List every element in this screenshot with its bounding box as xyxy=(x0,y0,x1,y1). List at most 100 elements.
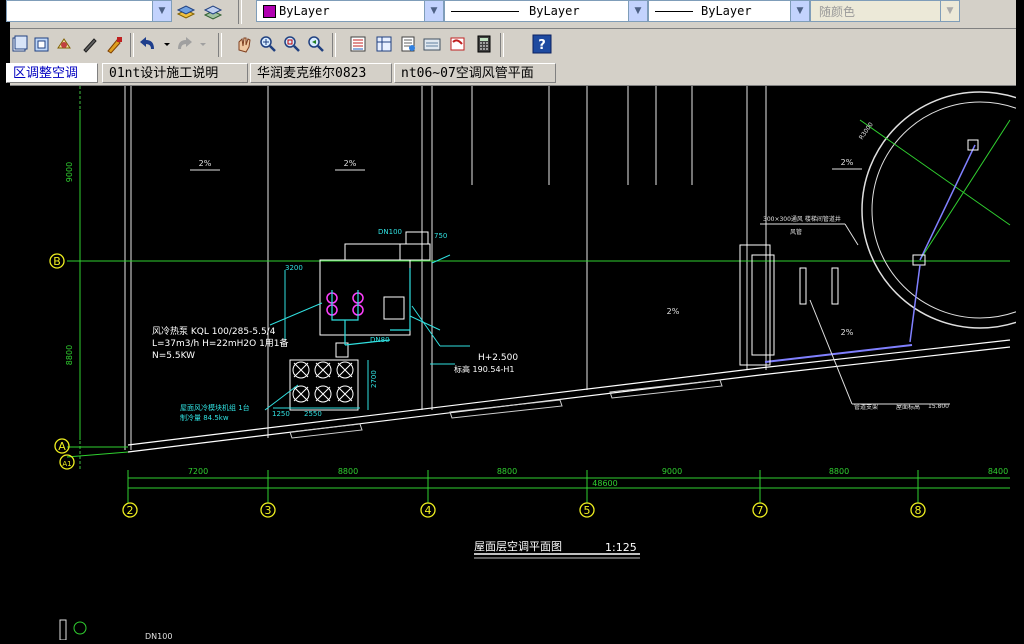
row-bubble-label: B xyxy=(53,255,61,268)
layer-dropdown[interactable]: ▼ xyxy=(6,0,172,22)
small-dim: 750 xyxy=(434,232,447,240)
new-drawing-icon[interactable] xyxy=(10,34,30,54)
svg-text:?: ? xyxy=(538,38,546,53)
layout-tabs: 区调整空调 01nt设计施工说明 华润麦克维尔0823 nt06~07空调风管平… xyxy=(6,61,1016,86)
slope-labels: 2% 2% 2% 2% 2% xyxy=(199,158,854,337)
properties-icon[interactable] xyxy=(348,34,368,54)
drawing-title-block: 屋面层空调平面图 1:125 xyxy=(474,539,640,559)
grid-lines xyxy=(124,86,767,450)
plotstyle-value: 随颜色 xyxy=(819,5,856,19)
zoom-previous-icon[interactable] xyxy=(306,34,326,54)
lineweight-dropdown[interactable]: ByLayer ▼ xyxy=(648,0,810,22)
small-dim: 2550 xyxy=(304,410,322,418)
linetype-sample xyxy=(451,11,519,12)
fan-units xyxy=(292,361,354,403)
drawing-title: 屋面层空调平面图 xyxy=(474,539,562,553)
grid-bubble-label: 3 xyxy=(265,504,272,517)
redo-icon[interactable] xyxy=(174,34,194,54)
grid-bubble-label: 7 xyxy=(757,504,764,517)
slope-label: 2% xyxy=(667,307,680,316)
chevron-down-icon[interactable]: ▼ xyxy=(790,1,809,21)
elev-note-2: 标高 190.54-H1 xyxy=(454,364,515,374)
pen-icon[interactable] xyxy=(80,34,100,54)
grid-bubble-label: 5 xyxy=(584,504,591,517)
tab-layout-3[interactable]: 华润麦克维尔0823 xyxy=(250,63,392,83)
design-center-icon[interactable] xyxy=(374,34,394,54)
open-icon[interactable] xyxy=(32,34,52,54)
dn-note: DN100 xyxy=(378,228,402,236)
zoom-realtime-icon[interactable] xyxy=(258,34,278,54)
standard-toolbar: ? xyxy=(10,29,1016,62)
right-notes: 300×300通风 楼梯间管道井 风管 15.800 屋面标高 管道支架 R30… xyxy=(763,121,949,411)
color-value: ByLayer xyxy=(279,4,330,18)
zoom-window-icon[interactable] xyxy=(282,34,302,54)
chevron-down-icon[interactable]: ▼ xyxy=(424,1,443,21)
plotstyle-dropdown[interactable]: 随颜色 ▼ xyxy=(810,0,960,22)
help-icon[interactable]: ? xyxy=(532,34,552,54)
drawing-canvas[interactable]: 2 3 4 5 7 8 B A A1 7200 8800 8800 9000 8800 8400… xyxy=(10,86,1024,641)
unit-power-note: 制冷量 84.5kw xyxy=(180,413,229,422)
calculator-icon[interactable] xyxy=(474,34,494,54)
equipment-notes: 风冷热泵 KQL 100/285-5.5/4 L=37m3/h H=22mH2O… xyxy=(152,325,518,374)
grid-bubble-label: 2 xyxy=(127,504,134,517)
slope-label: 2% xyxy=(841,158,854,167)
row-bubble-label: A1 xyxy=(62,460,71,468)
radius-label: R3000 xyxy=(858,121,875,141)
undo-dropdown-icon[interactable] xyxy=(162,34,172,54)
markup-icon[interactable] xyxy=(448,34,468,54)
small-dim: 3200 xyxy=(285,264,303,272)
equip-note-flow: L=37m3/h H=22mH2O 1用1备 xyxy=(152,337,289,349)
properties-toolbar: ▼ ByLayer ▼ ByLayer ▼ ByLayer ▼ 随颜色 ▼ xyxy=(6,0,1016,29)
chevron-down-icon[interactable]: ▼ xyxy=(152,1,171,21)
dimension-chain xyxy=(127,470,1010,495)
right-note-2: 风管 xyxy=(790,228,802,236)
elev-note: H+2.500 xyxy=(478,353,518,363)
dim-label: 8800 xyxy=(829,467,849,476)
slope-label: 2% xyxy=(841,328,854,337)
cyan-notes: 屋面风冷模块机组 1台 制冷量 84.5kw DN100 DN80 3200 1… xyxy=(180,228,447,422)
color-swatch xyxy=(263,5,276,18)
paintbrush-icon[interactable] xyxy=(104,34,124,54)
total-dim-label: 48600 xyxy=(592,479,617,488)
sheet-set-icon[interactable] xyxy=(422,34,442,54)
row-bubble-label: A xyxy=(58,440,66,453)
dim-labels: 7200 8800 8800 9000 8800 8400 48600 9000… xyxy=(65,162,1008,488)
circular-structure xyxy=(859,91,1024,343)
grid-bubble-label: 4 xyxy=(425,504,432,517)
equip-note-power: N=5.5KW xyxy=(152,351,195,361)
tab-layout-1[interactable]: 区调整空调 xyxy=(6,63,98,83)
chevron-down-icon[interactable]: ▼ xyxy=(628,1,647,21)
undo-icon[interactable] xyxy=(138,34,158,54)
lineweight-value: ByLayer xyxy=(701,4,752,18)
tool-palettes-icon[interactable] xyxy=(398,34,418,54)
slope-label: 2% xyxy=(344,159,357,168)
pan-icon[interactable] xyxy=(234,34,254,54)
dim-label: 8800 xyxy=(338,467,358,476)
right-note-1: 300×300通风 楼梯间管道井 xyxy=(763,215,841,223)
layer-match-icon[interactable] xyxy=(202,2,224,24)
small-dim: 2700 xyxy=(370,370,378,388)
grid-bubble-label: 8 xyxy=(915,504,922,517)
lineweight-sample xyxy=(655,11,693,12)
plot-icon[interactable] xyxy=(54,34,74,54)
dim-label: 7200 xyxy=(188,467,208,476)
unit-note: 屋面风冷模块机组 1台 xyxy=(180,403,250,412)
vert-dim-label: 8800 xyxy=(65,345,74,365)
left-border xyxy=(0,0,10,640)
linetype-value: ByLayer xyxy=(529,4,580,18)
dim-label: 8400 xyxy=(988,467,1008,476)
small-dim: 1250 xyxy=(272,410,290,418)
tab-layout-2[interactable]: 01nt设计施工说明 xyxy=(102,63,248,83)
bottom-text: DN100 xyxy=(145,632,172,640)
drawing-scale: 1:125 xyxy=(605,541,637,554)
color-dropdown[interactable]: ByLayer ▼ xyxy=(256,0,444,22)
equipment-group xyxy=(289,231,431,411)
tab-layout-4[interactable]: nt06~07空调风管平面 xyxy=(394,63,556,83)
dim-label: 9000 xyxy=(662,467,682,476)
chevron-down-icon[interactable]: ▼ xyxy=(940,1,959,21)
dim-label: 8800 xyxy=(497,467,517,476)
right-border xyxy=(1016,0,1024,640)
layer-previous-icon[interactable] xyxy=(175,2,197,24)
linetype-dropdown[interactable]: ByLayer ▼ xyxy=(444,0,648,22)
redo-dropdown-icon[interactable] xyxy=(198,34,208,54)
